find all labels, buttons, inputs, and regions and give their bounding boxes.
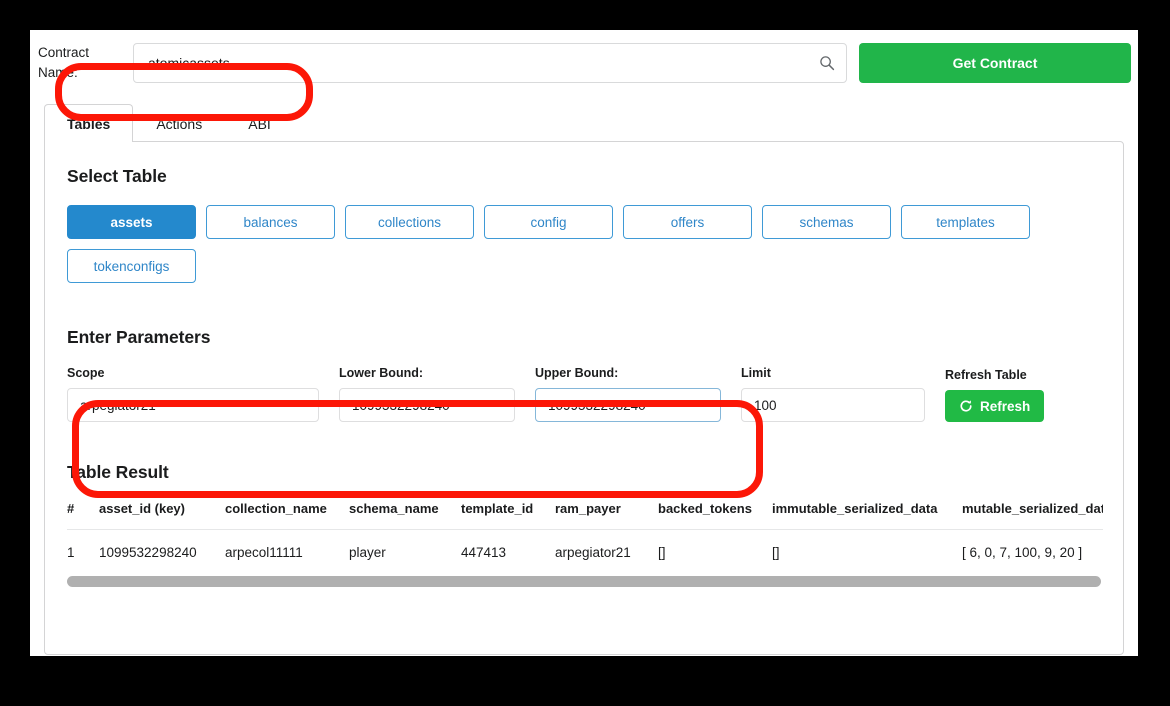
horizontal-scrollbar-thumb[interactable] bbox=[67, 576, 1101, 587]
column-header-backed-tokens: backed_tokens bbox=[658, 501, 772, 530]
table-header-row: # asset_id (key) collection_name schema_… bbox=[67, 501, 1103, 530]
upper-bound-field: Upper Bound: bbox=[535, 366, 721, 422]
refresh-table-button[interactable]: Refresh bbox=[945, 390, 1045, 422]
refresh-icon bbox=[960, 400, 972, 412]
cell-index: 1 bbox=[67, 545, 75, 560]
result-table: # asset_id (key) collection_name schema_… bbox=[67, 501, 1103, 574]
upper-bound-label: Upper Bound: bbox=[535, 366, 619, 380]
table-chip-collections[interactable]: collections bbox=[345, 205, 474, 239]
table-chip-assets[interactable]: assets bbox=[67, 205, 196, 239]
limit-input[interactable] bbox=[741, 388, 925, 422]
table-chip-offers[interactable]: offers bbox=[623, 205, 752, 239]
limit-field: Limit bbox=[741, 366, 925, 422]
table-chip-config[interactable]: config bbox=[484, 205, 613, 239]
parameters-row: Scope Lower Bound: Upper Bound: Limit Re… bbox=[67, 366, 1101, 422]
contract-name-input[interactable] bbox=[133, 43, 847, 83]
refresh-table-button-label: Refresh bbox=[980, 398, 1031, 414]
cell-schema-name: player bbox=[349, 545, 386, 560]
cell-mutable-serialized-data: [ 6, 0, 7, 100, 9, 20 ] bbox=[962, 545, 1083, 560]
tab-bar: Tables Actions ABI bbox=[44, 104, 1124, 142]
column-header-template-id: template_id bbox=[461, 501, 555, 530]
tables-panel: Select Table assets balances collections… bbox=[44, 141, 1124, 655]
column-header-mutable-serialized-data: mutable_serialized_data bbox=[962, 501, 1103, 530]
column-header-ram-payer: ram_payer bbox=[555, 501, 658, 530]
scope-field: Scope bbox=[67, 366, 319, 422]
table-chip-balances[interactable]: balances bbox=[206, 205, 335, 239]
cell-template-id: 447413 bbox=[461, 545, 507, 560]
table-chip-tokenconfigs[interactable]: tokenconfigs bbox=[67, 249, 196, 283]
table-chip-row: assets balances collections config offer… bbox=[67, 205, 1032, 283]
table-row: 1 1099532298240 arpecol11111 player 4474… bbox=[67, 530, 1103, 575]
scope-label: Scope bbox=[67, 366, 105, 380]
table-result-heading: Table Result bbox=[67, 462, 169, 482]
cell-collection-name: arpecol11111 bbox=[225, 545, 303, 560]
contract-name-field-wrap bbox=[133, 43, 847, 83]
contract-name-label: Contract Name: bbox=[38, 45, 90, 80]
enter-parameters-heading: Enter Parameters bbox=[67, 327, 211, 347]
column-header-schema-name: schema_name bbox=[349, 501, 461, 530]
column-header-immutable-serialized-data: immutable_serialized_data bbox=[772, 501, 962, 530]
tab-abi[interactable]: ABI bbox=[225, 104, 294, 142]
get-contract-button[interactable]: Get Contract bbox=[859, 43, 1131, 83]
cell-immutable-serialized-data: [] bbox=[772, 545, 780, 560]
cell-ram-payer: arpegiator21 bbox=[555, 545, 631, 560]
refresh-table-field: Refresh Table Refresh bbox=[945, 368, 1045, 422]
contract-explorer-app: Contract Name: Get Contract Tables Actio… bbox=[30, 30, 1138, 656]
lower-bound-field: Lower Bound: bbox=[339, 366, 515, 422]
horizontal-scrollbar[interactable] bbox=[67, 576, 1109, 589]
contract-lookup-bar: Contract Name: Get Contract bbox=[30, 30, 1138, 96]
table-chip-schemas[interactable]: schemas bbox=[762, 205, 891, 239]
tab-actions[interactable]: Actions bbox=[133, 104, 225, 142]
select-table-heading: Select Table bbox=[67, 166, 167, 186]
refresh-table-label: Refresh Table bbox=[945, 368, 1027, 382]
column-header-collection-name: collection_name bbox=[225, 501, 349, 530]
lower-bound-input[interactable] bbox=[339, 388, 515, 422]
table-chip-templates[interactable]: templates bbox=[901, 205, 1030, 239]
cell-backed-tokens: [] bbox=[658, 545, 666, 560]
column-header-asset-id: asset_id (key) bbox=[99, 501, 225, 530]
scope-input[interactable] bbox=[67, 388, 319, 422]
tab-tables[interactable]: Tables bbox=[44, 104, 134, 142]
table-result-scroll-area[interactable]: # asset_id (key) collection_name schema_… bbox=[67, 501, 1103, 574]
limit-label: Limit bbox=[741, 366, 771, 380]
cell-asset-id: 1099532298240 bbox=[99, 545, 197, 560]
lower-bound-label: Lower Bound: bbox=[339, 366, 424, 380]
column-header-index: # bbox=[67, 501, 99, 530]
upper-bound-input[interactable] bbox=[535, 388, 721, 422]
